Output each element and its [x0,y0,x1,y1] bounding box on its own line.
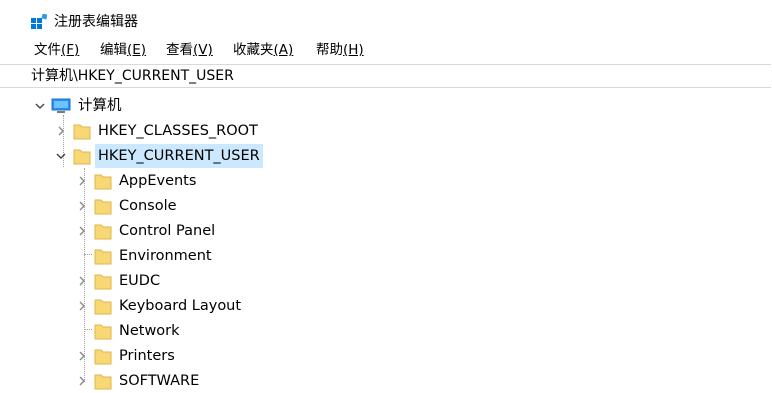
folder-icon [94,249,112,265]
chevron-right-icon[interactable] [76,200,88,212]
tree-node-label: Environment [119,248,212,264]
tree-node-label: EUDC [119,273,161,289]
tree-node-label: SOFTWARE [119,373,200,389]
address-path[interactable]: 计算机\HKEY_CURRENT_USER [31,66,234,86]
menu-help[interactable]: 帮助(H) [316,40,364,60]
tree-node-label: HKEY_CLASSES_ROOT [98,123,258,139]
folder-icon [94,324,112,340]
tree-node-hkey-classes-root[interactable]: HKEY_CLASSES_ROOT [0,119,300,143]
chevron-down-icon[interactable] [34,100,46,112]
menu-edit[interactable]: 编辑(E) [100,40,146,60]
menu-view[interactable]: 查看(V) [166,40,213,60]
tree-node-label: Printers [119,348,175,364]
tree-node-label: HKEY_CURRENT_USER [95,144,263,168]
folder-icon [73,124,91,140]
registry-tree: 计算机 HKEY_CLASSES_ROOT HKEY_CURRENT_USER … [0,90,772,390]
chevron-right-icon[interactable] [76,350,88,362]
chevron-right-icon[interactable] [76,375,88,387]
registry-editor-icon [31,14,47,29]
chevron-right-icon[interactable] [76,300,88,312]
tree-node-control-panel[interactable]: Control Panel [0,219,300,243]
menu-file[interactable]: 文件(F) [34,40,79,60]
folder-icon [94,199,112,215]
tree-node-computer[interactable]: 计算机 [0,94,200,118]
folder-icon [94,224,112,240]
chevron-right-icon[interactable] [76,275,88,287]
folder-icon [94,274,112,290]
folder-icon [94,374,112,390]
folder-icon [94,299,112,315]
tree-node-console[interactable]: Console [0,194,300,218]
tree-node-label: Keyboard Layout [119,298,242,314]
tree-node-keyboard-layout[interactable]: Keyboard Layout [0,294,300,318]
tree-node-label: Control Panel [119,223,216,239]
tree-node-eudc[interactable]: EUDC [0,269,300,293]
tree-node-label: AppEvents [119,173,197,189]
chevron-right-icon[interactable] [55,125,67,137]
folder-icon [94,174,112,190]
tree-node-software[interactable]: SOFTWARE [0,369,300,393]
title-bar: 注册表编辑器 [0,0,772,38]
tree-node-environment[interactable]: Environment [0,244,300,268]
tree-node-label: 计算机 [78,98,122,114]
menu-favorites[interactable]: 收藏夹(A) [233,40,293,60]
window-title: 注册表编辑器 [54,14,138,30]
tree-node-hkey-current-user[interactable]: HKEY_CURRENT_USER [0,144,300,168]
folder-icon [73,149,91,165]
chevron-right-icon[interactable] [76,225,88,237]
chevron-down-icon[interactable] [55,150,67,162]
tree-node-appevents[interactable]: AppEvents [0,169,300,193]
chevron-right-icon[interactable] [76,175,88,187]
tree-node-network[interactable]: Network [0,319,300,343]
tree-node-printers[interactable]: Printers [0,344,300,368]
tree-node-label: Console [119,198,177,214]
folder-icon [94,349,112,365]
tree-node-label: Network [119,323,180,339]
computer-icon [51,98,71,113]
